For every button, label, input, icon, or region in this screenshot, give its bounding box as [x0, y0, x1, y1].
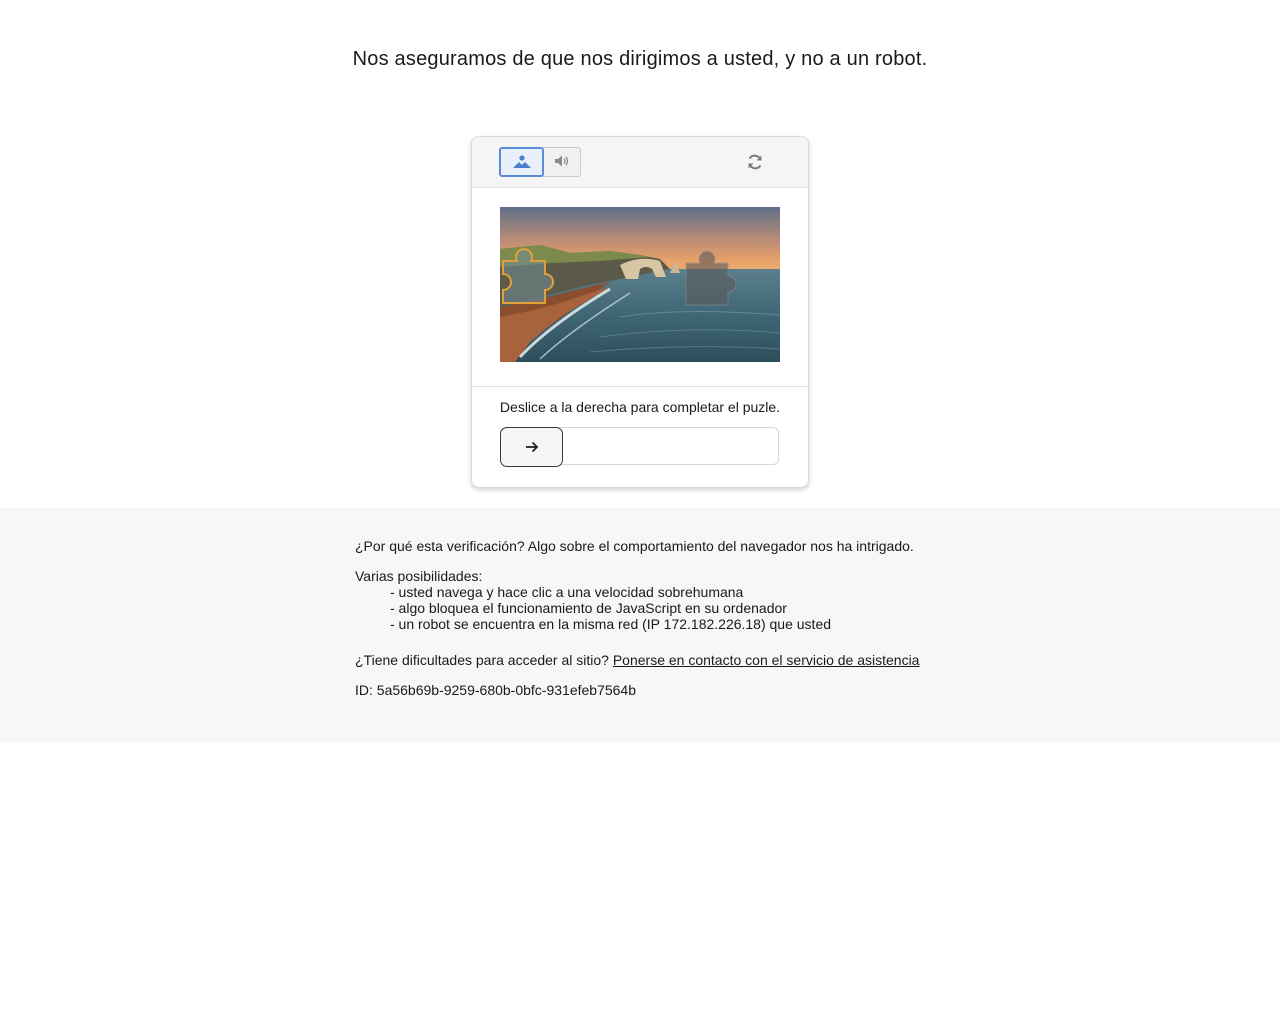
coastal-cliff-photo: [500, 207, 780, 362]
image-mode-button[interactable]: [499, 147, 544, 177]
support-contact-link[interactable]: Ponerse en contacto con el servicio de a…: [613, 652, 920, 668]
refresh-icon: [748, 154, 762, 170]
help-prefix: ¿Tiene dificultades para acceder al siti…: [355, 652, 613, 668]
captcha-card: Deslice a la derecha para completar el p…: [471, 136, 809, 488]
arrow-right-icon: [525, 441, 538, 453]
slider-instruction: Deslice a la derecha para completar el p…: [499, 399, 781, 415]
audio-mode-button[interactable]: [544, 147, 580, 175]
info-text-block: ¿Por qué esta verificación? Algo sobre e…: [355, 538, 955, 698]
speaker-icon: [555, 155, 569, 167]
info-section: ¿Por qué esta verificación? Algo sobre e…: [0, 508, 1280, 742]
help-line: ¿Tiene dificultades para acceder al siti…: [355, 652, 955, 668]
list-item: - algo bloquea el funcionamiento de Java…: [390, 600, 787, 616]
card-divider: [472, 386, 808, 387]
slider-handle[interactable]: [500, 427, 563, 467]
mode-toggle-group: [499, 147, 581, 177]
mountain-image-icon: [512, 155, 531, 168]
why-verification-text: ¿Por qué esta verificación? Algo sobre e…: [355, 538, 914, 554]
list-item: - usted navega y hace clic a una velocid…: [390, 584, 744, 600]
refresh-button[interactable]: [744, 151, 766, 173]
possibilities-list: - usted navega y hace clic a una velocid…: [355, 584, 955, 632]
page-title: Nos aseguramos de que nos dirigimos a us…: [352, 48, 928, 70]
list-item: - un robot se encuentra en la misma red …: [390, 616, 832, 632]
captcha-toolbar: [472, 137, 808, 188]
possibilities-title: Varias posibilidades:: [355, 568, 483, 584]
request-id: ID: 5a56b69b-9259-680b-0bfc-931efeb7564b: [355, 682, 637, 698]
puzzle-image-area: [500, 207, 780, 362]
